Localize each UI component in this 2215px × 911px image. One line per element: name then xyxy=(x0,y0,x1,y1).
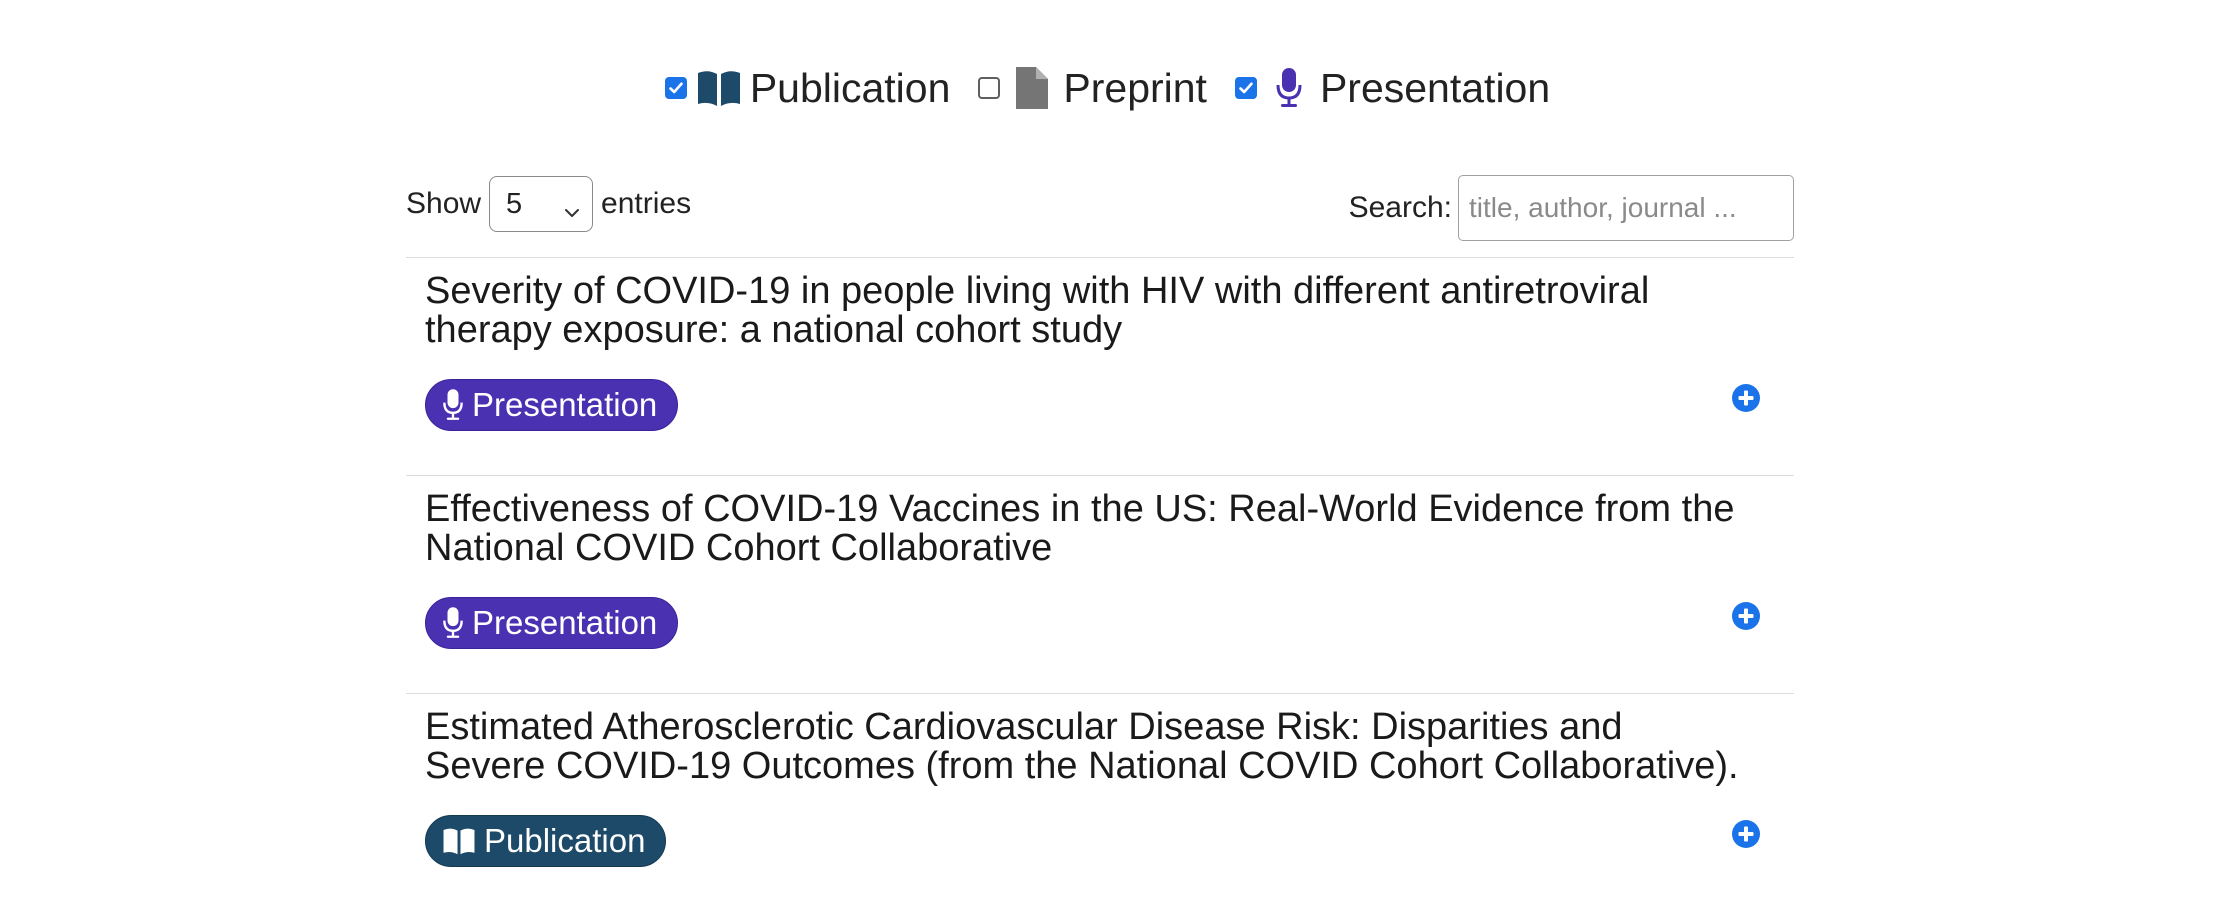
list-item: Severity of COVID-19 in people living wi… xyxy=(406,257,1794,475)
microphone-icon xyxy=(442,388,464,422)
filter-label: Preprint xyxy=(1063,64,1207,111)
expand-plus-icon[interactable] xyxy=(1731,819,1761,849)
book-open-icon xyxy=(696,66,742,110)
microphone-icon xyxy=(1266,66,1312,110)
entries-label: entries xyxy=(601,187,692,220)
badge-label: Presentation xyxy=(472,604,658,641)
type-badge-presentation: Presentation xyxy=(425,379,679,431)
show-label: Show xyxy=(406,187,482,220)
search-label: Search: xyxy=(1348,191,1452,224)
search-control: Search: xyxy=(1349,175,1794,241)
list-item: Estimated Atherosclerotic Cardiovascular… xyxy=(406,693,1794,911)
type-badge-presentation: Presentation xyxy=(425,597,679,649)
entry-title: Severity of COVID-19 in people living wi… xyxy=(425,270,1650,351)
badge-label: Presentation xyxy=(472,386,658,423)
entry-title: Effectiveness of COVID-19 Vaccines in th… xyxy=(425,488,1735,569)
list-item: Effectiveness of COVID-19 Vaccines in th… xyxy=(406,475,1794,693)
type-badge-publication: Publication xyxy=(425,815,667,867)
entries-per-page-select[interactable]: 5 xyxy=(489,176,594,232)
file-icon xyxy=(1009,66,1055,110)
entries-per-page-value: 5 xyxy=(506,187,523,220)
microphone-icon xyxy=(442,606,464,640)
filter-preprint[interactable]: Preprint xyxy=(978,58,1207,118)
chevron-down-icon xyxy=(564,194,580,227)
entry-title: Estimated Atherosclerotic Cardiovascular… xyxy=(425,706,1739,787)
book-open-icon xyxy=(442,827,476,855)
filter-label: Publication xyxy=(749,64,951,111)
publication-checkbox[interactable] xyxy=(664,77,687,99)
search-input[interactable] xyxy=(1458,175,1794,241)
filter-presentation[interactable]: Presentation xyxy=(1234,58,1551,118)
table-controls: Show 5 entries Search: xyxy=(406,175,1794,245)
filter-label: Presentation xyxy=(1319,64,1551,111)
expand-plus-icon[interactable] xyxy=(1731,601,1761,631)
expand-plus-icon[interactable] xyxy=(1731,383,1761,413)
presentation-checkbox[interactable] xyxy=(1234,77,1257,99)
entries-length-control: Show 5 entries xyxy=(406,175,691,233)
type-filters: Publication Preprint Presentation xyxy=(0,58,2215,118)
badge-label: Publication xyxy=(484,822,646,859)
preprint-checkbox[interactable] xyxy=(978,77,1001,99)
entries-list: Severity of COVID-19 in people living wi… xyxy=(406,257,1794,911)
filter-publication[interactable]: Publication xyxy=(664,58,951,118)
